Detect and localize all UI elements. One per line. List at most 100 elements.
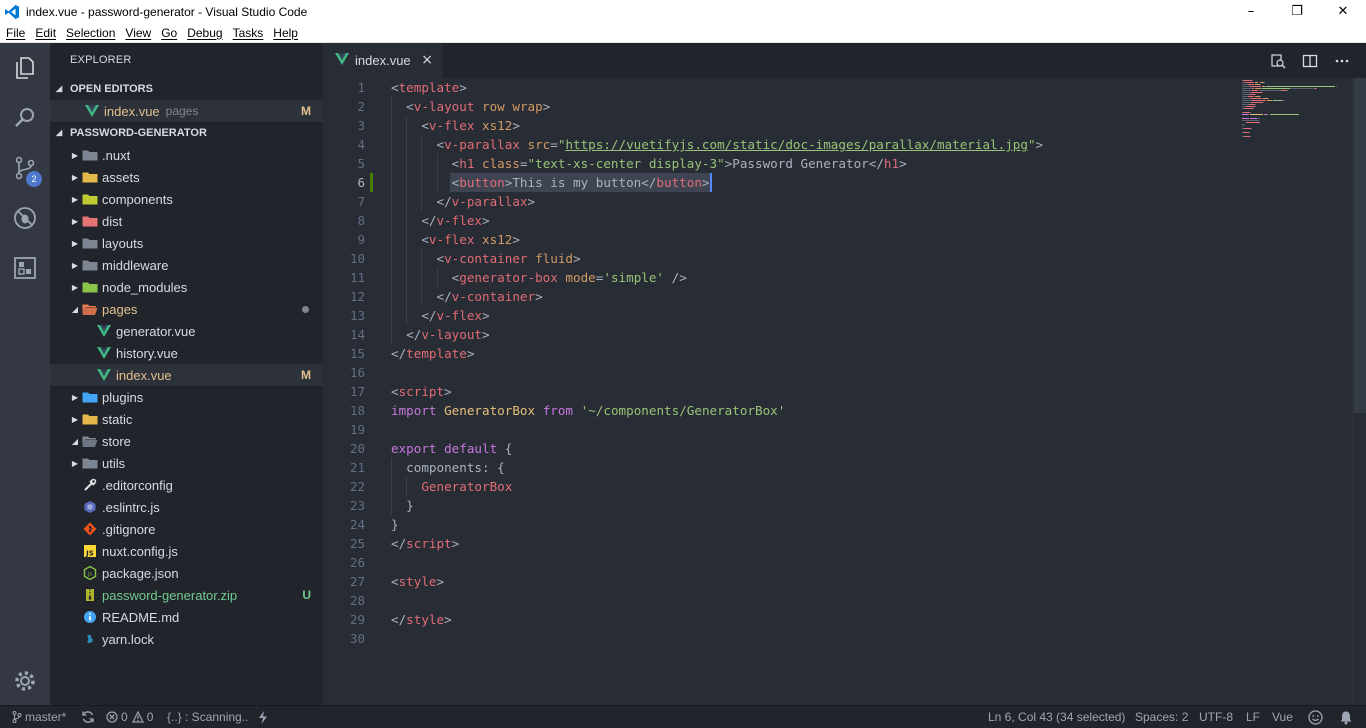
menu-help[interactable]: Help — [269, 26, 302, 40]
tree-item[interactable]: ▶ .nuxt — [50, 144, 323, 166]
code-line[interactable]: 12 </v-container> — [323, 287, 1233, 306]
minimap[interactable] — [1242, 78, 1352, 148]
code-line[interactable]: 24} — [323, 515, 1233, 534]
code-line[interactable]: 20 export default { — [323, 439, 1233, 458]
tree-item[interactable]: index.vue M — [50, 364, 323, 386]
menu-debug[interactable]: Debug — [183, 26, 226, 40]
code-line[interactable]: 25 </script> — [323, 534, 1233, 553]
code-line[interactable]: 21 components: { — [323, 458, 1233, 477]
code-line[interactable]: 2 <v-layout row wrap> — [323, 97, 1233, 116]
code-token: = — [550, 137, 558, 152]
code-line[interactable]: 18 import GeneratorBox from '~/components… — [323, 401, 1233, 420]
tree-item[interactable]: .eslintrc.js — [50, 496, 323, 518]
tree-item[interactable]: ▶ dist — [50, 210, 323, 232]
code-line[interactable]: 4 <v-parallax src= "https://vuetifyjs.com… — [323, 135, 1233, 154]
maximize-button[interactable]: ❐ — [1274, 0, 1320, 23]
notifications-bell-icon[interactable] — [1339, 706, 1356, 728]
code-line[interactable]: 22 GeneratorBox — [323, 477, 1233, 496]
files-icon[interactable] — [0, 43, 50, 93]
menu-selection[interactable]: Selection — [62, 26, 119, 40]
code-line[interactable]: 11 <generator-box mode='simple' /> — [323, 268, 1233, 287]
minimap-stroke — [1243, 80, 1252, 81]
cursor-position[interactable]: Ln 6, Col 43 (34 selected) — [988, 706, 1125, 728]
source-control-icon[interactable]: 2 — [0, 143, 50, 193]
code-line[interactable]: 15 </template> — [323, 344, 1233, 363]
tree-item[interactable]: generator.vue — [50, 320, 323, 342]
code-line[interactable]: 29 </style> — [323, 610, 1233, 629]
tree-item[interactable]: yarn.lock — [50, 628, 323, 650]
problems-indicator[interactable]: 0 0 — [106, 706, 153, 728]
code-line[interactable]: 3 <v-flex xs12> — [323, 116, 1233, 135]
code-editor[interactable]: 1 <template> 2 <v-layout row wrap> 3 <v-fle… — [323, 78, 1366, 705]
code-line[interactable]: 28 — [323, 591, 1233, 610]
close-icon[interactable]: × — [421, 52, 433, 68]
code-line[interactable]: 30 — [323, 629, 1233, 648]
code-line[interactable]: 6 <button>This is my button</button> — [323, 173, 1233, 192]
open-editor-item[interactable]: index.vue pages M — [50, 100, 323, 122]
close-window-button[interactable]: ✕ — [1320, 0, 1366, 23]
open-changes-icon[interactable] — [1262, 43, 1294, 78]
project-header[interactable]: ◢ PASSWORD-GENERATOR — [50, 122, 323, 144]
tree-item[interactable]: ▶ static — [50, 408, 323, 430]
indentation[interactable]: Spaces: 2 — [1135, 706, 1188, 728]
code-line[interactable]: 10 <v-container fluid> — [323, 249, 1233, 268]
code-line[interactable]: 17 <script> — [323, 382, 1233, 401]
feedback-smiley-icon[interactable] — [1308, 706, 1326, 728]
open-editors-header[interactable]: ◢ OPEN EDITORS — [50, 78, 323, 100]
code-line[interactable]: 23 } — [323, 496, 1233, 515]
code-token: </ — [391, 308, 437, 323]
code-line[interactable]: 14 </v-layout> — [323, 325, 1233, 344]
code-line[interactable]: 16 — [323, 363, 1233, 382]
code-line[interactable]: 9 <v-flex xs12> — [323, 230, 1233, 249]
tree-item[interactable]: ▶ plugins — [50, 386, 323, 408]
split-editor-icon[interactable] — [1294, 43, 1326, 78]
tree-item[interactable]: ▶ node_modules — [50, 276, 323, 298]
code-line[interactable]: 13 </v-flex> — [323, 306, 1233, 325]
menu-view[interactable]: View — [121, 26, 155, 40]
menu-tasks[interactable]: Tasks — [229, 26, 268, 40]
scanning-status[interactable]: {..} : Scanning.. — [167, 706, 248, 728]
tree-item[interactable]: .editorconfig — [50, 474, 323, 496]
encoding[interactable]: UTF-8 — [1199, 706, 1233, 728]
code-line[interactable]: 8 </v-flex> — [323, 211, 1233, 230]
code-text: <v-layout row wrap> — [391, 97, 550, 116]
code-line[interactable]: 27 <style> — [323, 572, 1233, 591]
tree-item[interactable]: password-generator.zip U — [50, 584, 323, 606]
more-icon[interactable] — [1326, 43, 1358, 78]
menu-edit[interactable]: Edit — [31, 26, 60, 40]
tree-item[interactable]: ▶ middleware — [50, 254, 323, 276]
tree-item[interactable]: README.md — [50, 606, 323, 628]
minimize-button[interactable]: – — [1228, 0, 1274, 23]
tree-item[interactable]: js package.json — [50, 562, 323, 584]
minimap-stroke — [1243, 112, 1250, 113]
vertical-scrollbar[interactable] — [1352, 78, 1366, 705]
gear-icon[interactable] — [0, 656, 50, 706]
menu-go[interactable]: Go — [157, 26, 181, 40]
tree-item[interactable]: ▶ assets — [50, 166, 323, 188]
menu-file[interactable]: File — [2, 26, 29, 40]
lightning-icon[interactable] — [258, 706, 271, 728]
search-icon[interactable] — [0, 93, 50, 143]
minimap-stroke — [1242, 100, 1252, 101]
tree-item[interactable]: .gitignore — [50, 518, 323, 540]
tree-item[interactable]: history.vue — [50, 342, 323, 364]
code-line[interactable]: 5 <h1 class="text-xs-center display-3">P… — [323, 154, 1233, 173]
tree-item[interactable]: ▶ layouts — [50, 232, 323, 254]
code-line[interactable]: 7 </v-parallax> — [323, 192, 1233, 211]
tree-item[interactable]: ▶ components — [50, 188, 323, 210]
extensions-icon[interactable] — [0, 243, 50, 293]
code-line[interactable]: 19 — [323, 420, 1233, 439]
scrollbar-thumb[interactable] — [1354, 78, 1366, 413]
tree-item[interactable]: ▶ utils — [50, 452, 323, 474]
tab-index-vue[interactable]: index.vue × — [323, 43, 443, 78]
branch-indicator[interactable]: master* — [12, 706, 66, 728]
tree-item[interactable]: ◢ pages — [50, 298, 323, 320]
code-line[interactable]: 1 <template> — [323, 78, 1233, 97]
end-of-line[interactable]: LF — [1246, 706, 1260, 728]
tree-item[interactable]: ◢ store — [50, 430, 323, 452]
code-line[interactable]: 26 — [323, 553, 1233, 572]
sync-icon[interactable] — [81, 706, 98, 728]
language-mode[interactable]: Vue — [1272, 706, 1293, 728]
debug-icon[interactable] — [0, 193, 50, 243]
tree-item[interactable]: JS nuxt.config.js — [50, 540, 323, 562]
